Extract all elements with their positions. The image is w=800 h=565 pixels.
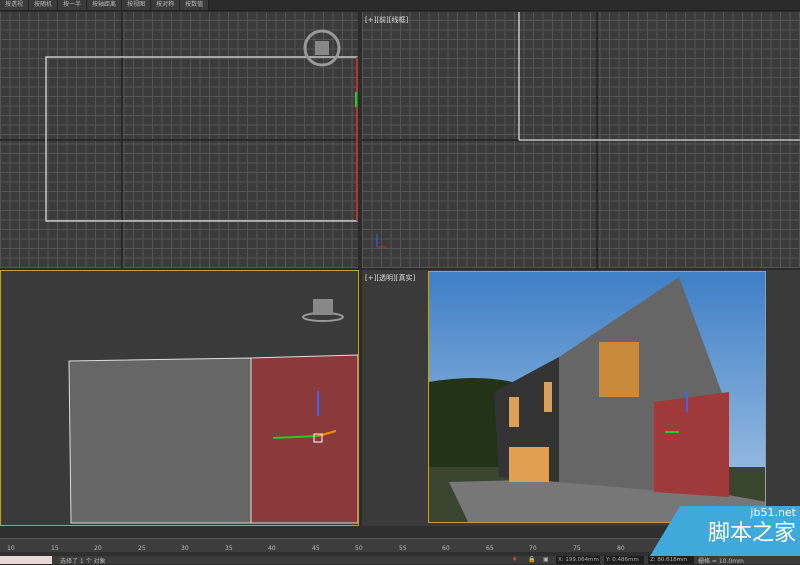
tick: 70 — [529, 545, 537, 552]
viewport-left[interactable] — [0, 270, 359, 526]
watermark-name: 脚本之家 — [707, 521, 796, 546]
tick: 60 — [442, 545, 450, 552]
x-coordinate-field[interactable]: X: 199.064mm — [556, 556, 600, 564]
toolbar-button-perspective[interactable]: 按透视 — [0, 0, 30, 10]
tick: 40 — [268, 545, 276, 552]
tick: 75 — [573, 545, 581, 552]
tick: 20 — [94, 545, 102, 552]
toolbar-button-axis-distance[interactable]: 按轴距离 — [87, 0, 123, 10]
front-view-geometry — [362, 12, 800, 268]
viewport-label-front[interactable]: [+][前][线框] — [365, 15, 408, 25]
status-bar: 选择了 1 个 对象 ♦ 🔒 ▣ X: 199.064mm Y: 0.486mm… — [0, 556, 800, 565]
tick: 65 — [486, 545, 494, 552]
z-coordinate-field[interactable]: Z: 80.618mm — [648, 556, 694, 564]
viewport-front[interactable]: [+][前][线框] — [362, 12, 800, 268]
absolute-mode-icon[interactable]: ▣ — [543, 556, 549, 563]
tick: 10 — [7, 545, 15, 552]
toolbar-button-view[interactable]: 按视图 — [122, 0, 152, 10]
key-icon[interactable]: ♦ — [512, 556, 517, 563]
rendered-image — [428, 271, 766, 523]
tick: 35 — [225, 545, 233, 552]
tick: 25 — [138, 545, 146, 552]
tick: 30 — [181, 545, 189, 552]
tick: 50 — [355, 545, 363, 552]
toolbar-button-value[interactable]: 按数值 — [180, 0, 210, 10]
toolbar-button-half[interactable]: 按一半 — [58, 0, 88, 10]
top-view-geometry — [0, 12, 358, 268]
toolbar: 按透视 按随机 按一半 按轴距离 按视图 按对称 按数值 — [0, 0, 800, 11]
y-coordinate-field[interactable]: Y: 0.486mm — [604, 556, 644, 564]
viewport-top[interactable] — [0, 12, 358, 268]
tick: 15 — [51, 545, 59, 552]
tick: 55 — [399, 545, 407, 552]
viewport-label-perspective[interactable]: [+][透明][真实] — [365, 273, 415, 283]
left-view-geometry — [68, 299, 358, 524]
lock-icon[interactable]: 🔒 — [528, 556, 535, 563]
toolbar-button-random[interactable]: 按随机 — [29, 0, 59, 10]
toolbar-button-symmetry[interactable]: 按对称 — [151, 0, 181, 10]
viewport-perspective[interactable]: [+][透明][真实] — [362, 270, 800, 526]
script-listener[interactable] — [0, 556, 52, 564]
tick: 45 — [312, 545, 320, 552]
tick: 80 — [617, 545, 625, 552]
